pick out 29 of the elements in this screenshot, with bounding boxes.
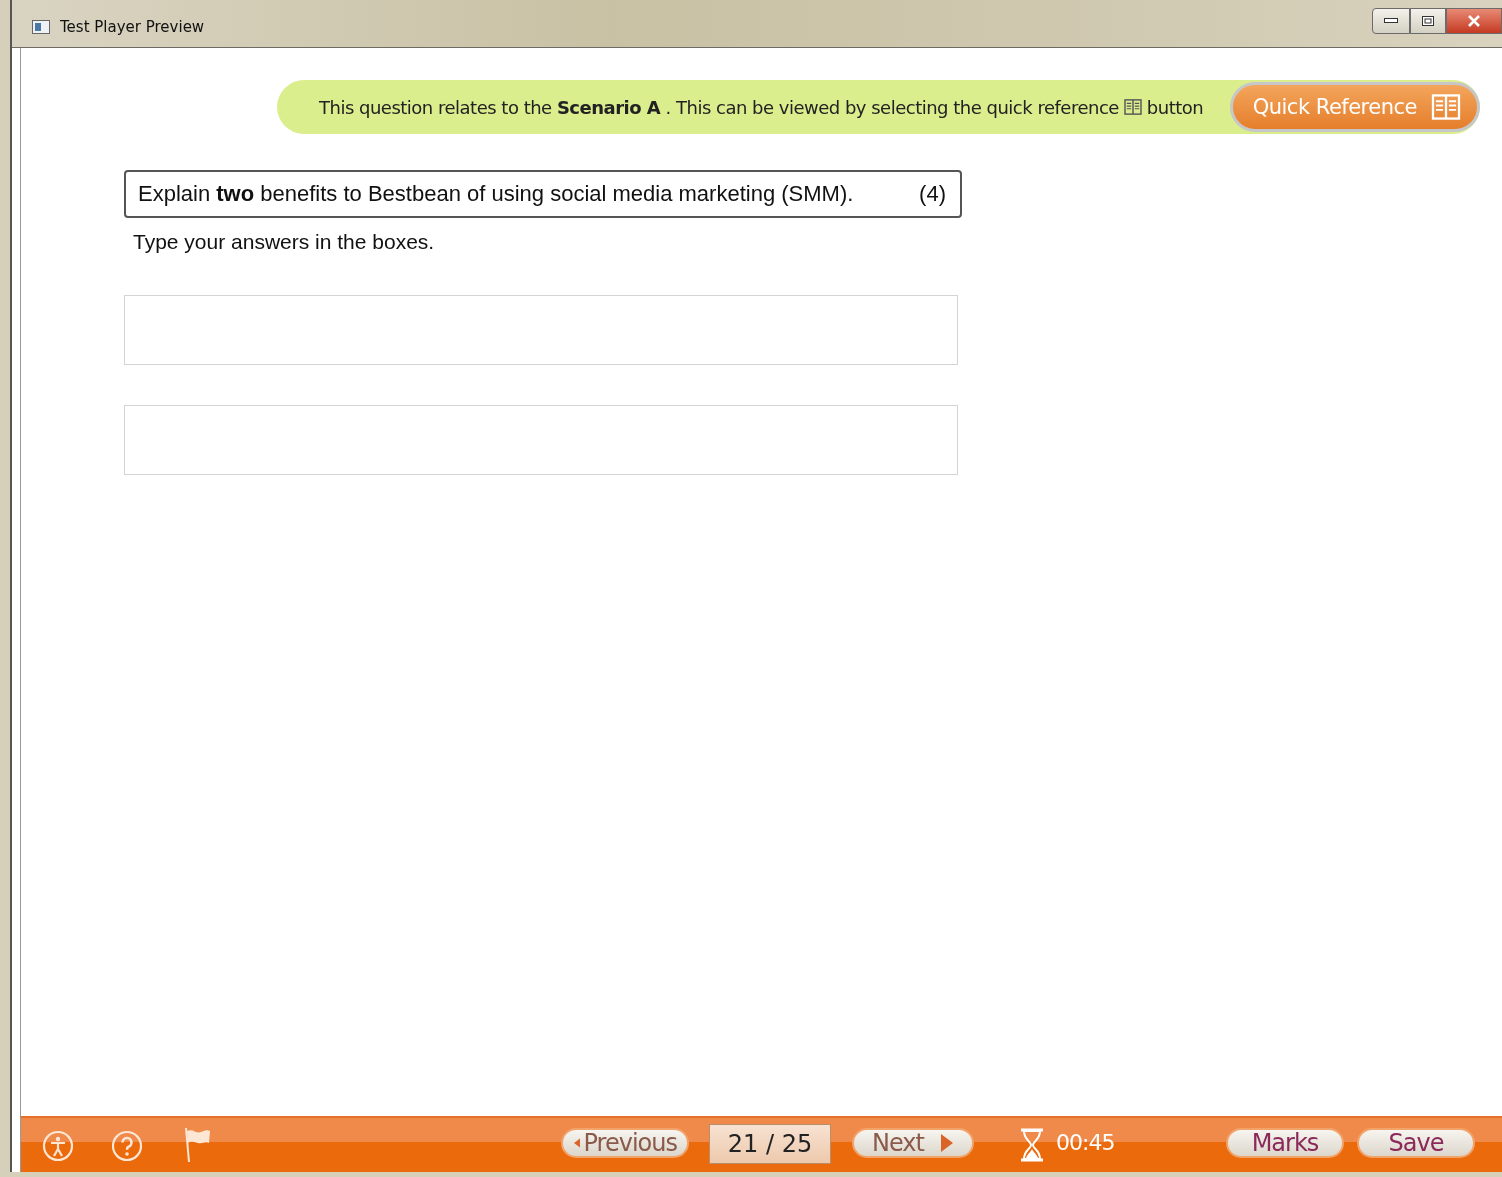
close-icon [1467, 15, 1481, 27]
footer-button[interactable]: Save [1357, 1128, 1475, 1158]
question-counter: 21 / 25 [709, 1124, 831, 1164]
help-icon[interactable] [111, 1130, 143, 1162]
right-triangle-icon [939, 1133, 954, 1153]
banner-text: This question relates to the Scenario A . This can be viewed by selecting the quick reference [319, 96, 1119, 118]
maximize-button[interactable] [1410, 8, 1446, 34]
hourglass-icon [1019, 1128, 1045, 1162]
marks-label: (4) [919, 181, 946, 207]
question-text: Explain two benefits to Bestbean of using social media marketing (SMM). [138, 181, 854, 207]
instruction-text: Type your answers in the boxes. [133, 230, 436, 254]
app-icon [32, 19, 50, 34]
previous-button[interactable]: Previous [561, 1128, 689, 1158]
maximize-icon [1422, 16, 1434, 26]
window-title: Test Player Preview [60, 17, 205, 36]
book-icon [1123, 99, 1142, 115]
answer-box[interactable] [124, 295, 958, 365]
next-button[interactable]: Next [852, 1128, 974, 1158]
quick-reference-button[interactable]: Quick Reference [1229, 82, 1480, 132]
answer-box[interactable] [124, 405, 958, 475]
banner-text: button [1146, 96, 1204, 118]
accessibility-icon[interactable] [42, 1130, 74, 1162]
book-icon [1431, 94, 1461, 120]
footer-button[interactable]: Marks [1226, 1128, 1344, 1158]
minimize-icon [1384, 18, 1398, 24]
minimize-button[interactable] [1372, 8, 1410, 34]
close-button[interactable] [1446, 8, 1502, 34]
flag-icon[interactable] [183, 1126, 213, 1164]
timer-text: 00:45 [1056, 1130, 1115, 1155]
